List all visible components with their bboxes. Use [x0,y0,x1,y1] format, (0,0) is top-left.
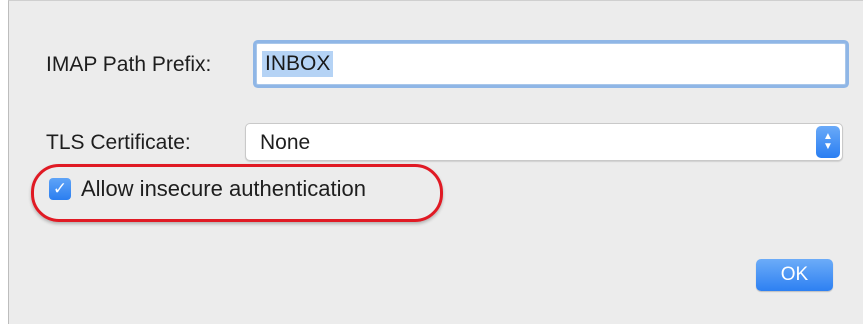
imap-path-prefix-label: IMAP Path Prefix: [46,53,212,76]
chevron-down-icon: ▼ [823,141,833,152]
allow-insecure-auth-checkbox[interactable]: ✓ [49,178,71,200]
tls-certificate-select[interactable]: None ▲ ▼ [245,123,843,161]
allow-insecure-auth-row[interactable]: ✓ Allow insecure authentication [49,173,366,205]
imap-path-prefix-value[interactable]: INBOX [262,51,334,77]
allow-insecure-auth-label[interactable]: Allow insecure authentication [81,176,366,202]
chevron-up-down-icon[interactable]: ▲ ▼ [816,126,840,158]
ok-button[interactable]: OK [756,259,833,291]
tls-certificate-selected-value: None [260,131,311,154]
imap-path-prefix-field[interactable]: INBOX [256,43,846,85]
account-settings-dialog: IMAP Path Prefix: INBOX TLS Certificate:… [8,0,863,324]
tls-certificate-label: TLS Certificate: [46,131,191,154]
